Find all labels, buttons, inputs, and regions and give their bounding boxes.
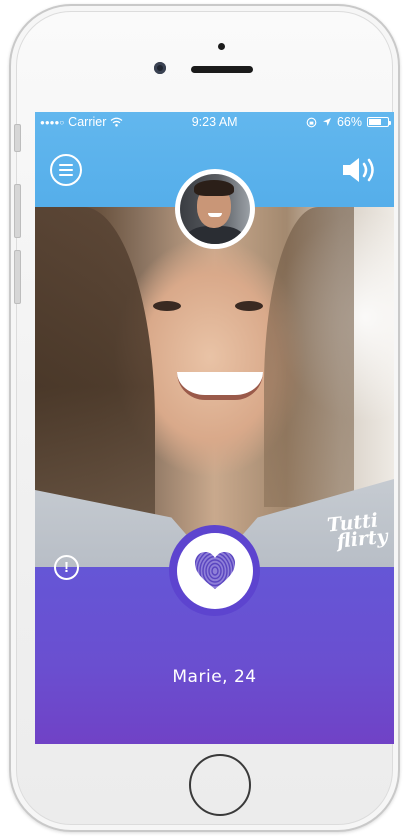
battery-percent: 66% <box>336 115 362 129</box>
carrier-label: Carrier <box>68 115 107 129</box>
earpiece-speaker <box>191 66 253 73</box>
mute-switch <box>14 124 21 152</box>
fingerprint-heart-icon <box>194 551 235 589</box>
match-name-age: Marie, 24 <box>172 667 257 687</box>
tutti-flirty-logo: Tutti flirty <box>326 509 389 553</box>
home-button[interactable] <box>189 754 251 816</box>
battery-icon <box>367 117 391 127</box>
hamburger-menu-icon <box>59 164 73 166</box>
clock: 9:23 AM <box>191 115 238 129</box>
front-camera <box>154 62 166 74</box>
menu-button[interactable] <box>50 154 82 186</box>
app-screen: ●●●●○ Carrier 9:23 AM 66% Tutti flirty !… <box>35 112 394 744</box>
volume-up-button <box>14 184 21 238</box>
like-button[interactable] <box>169 525 260 616</box>
avatar-photo <box>180 174 250 244</box>
exclamation-icon: ! <box>64 559 69 576</box>
location-arrow-icon <box>322 118 331 126</box>
own-avatar[interactable] <box>175 169 255 249</box>
proximity-sensor <box>218 43 225 50</box>
speaker-volume-icon[interactable] <box>341 156 381 184</box>
rotation-lock-icon <box>306 117 317 127</box>
report-button[interactable]: ! <box>54 555 79 580</box>
wifi-icon <box>110 117 123 127</box>
signal-strength-icon: ●●●●○ <box>40 117 65 127</box>
volume-down-button <box>14 250 21 304</box>
status-bar: ●●●●○ Carrier 9:23 AM 66% <box>35 112 394 132</box>
